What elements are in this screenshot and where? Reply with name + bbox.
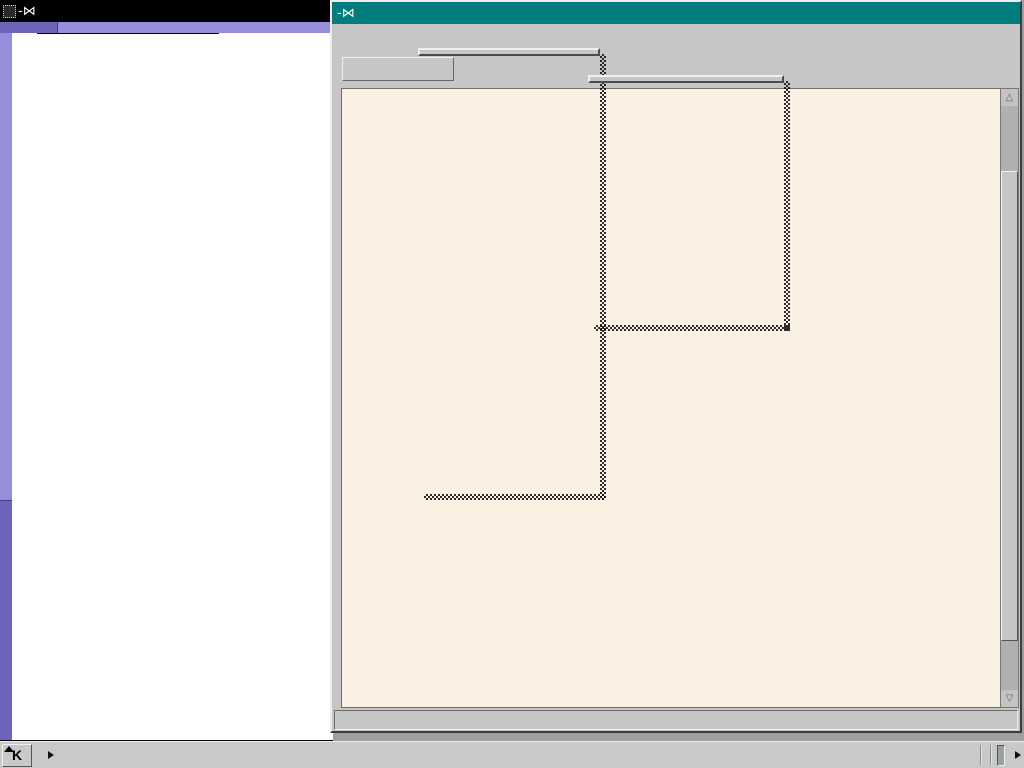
insert-dropdown-menu [418, 48, 600, 56]
desktop: -⋈ -⋈ △ ▽ [0, 0, 1024, 768]
document-scrollbar[interactable]: △ ▽ [1000, 88, 1019, 708]
lyx-window: -⋈ △ ▽ [330, 0, 1022, 733]
document-edit-area[interactable] [341, 88, 1001, 708]
xdvi-window: -⋈ [0, 0, 333, 741]
xdvi-vertical-scrollbar[interactable] [0, 33, 12, 740]
xdvi-window-icon [3, 5, 16, 18]
xdvi-vscroll-thumb[interactable] [0, 33, 12, 501]
special-character-submenu [588, 75, 784, 83]
lcd-clock [997, 745, 1005, 766]
panel-separator [990, 745, 994, 765]
menu-shadow [594, 325, 790, 331]
xdvi-horizontal-scrollbar[interactable] [0, 22, 333, 33]
scrollbar-thumb[interactable] [1001, 171, 1018, 641]
footnote-rule [37, 33, 219, 34]
scroll-up-arrow-icon[interactable]: △ [1001, 89, 1018, 106]
taskbar-panel: K [0, 741, 1024, 768]
k-menu-button[interactable]: K [2, 744, 32, 767]
xdvi-hscroll-thumb[interactable] [57, 22, 333, 33]
panel-separator [980, 745, 984, 765]
paragraph-style-combo[interactable] [342, 57, 454, 81]
tasklist-expand-arrow-icon[interactable] [46, 744, 55, 766]
iconify-marker-icon: -⋈ [18, 4, 36, 19]
lyx-titlebar[interactable]: -⋈ [332, 2, 1020, 24]
scroll-down-arrow-icon[interactable]: ▽ [1001, 690, 1018, 707]
xdvi-page-view [12, 33, 333, 740]
status-bar [334, 710, 1018, 730]
lyx-menubar [332, 24, 1020, 49]
panel-arrow-icon [4, 746, 14, 752]
menu-shadow [600, 54, 606, 500]
xdvi-titlebar[interactable]: -⋈ [0, 0, 333, 22]
menu-shadow [424, 494, 606, 500]
panel-hide-arrow-icon[interactable] [1013, 744, 1022, 766]
iconify-marker-icon: -⋈ [337, 6, 355, 21]
menu-shadow [784, 81, 790, 331]
